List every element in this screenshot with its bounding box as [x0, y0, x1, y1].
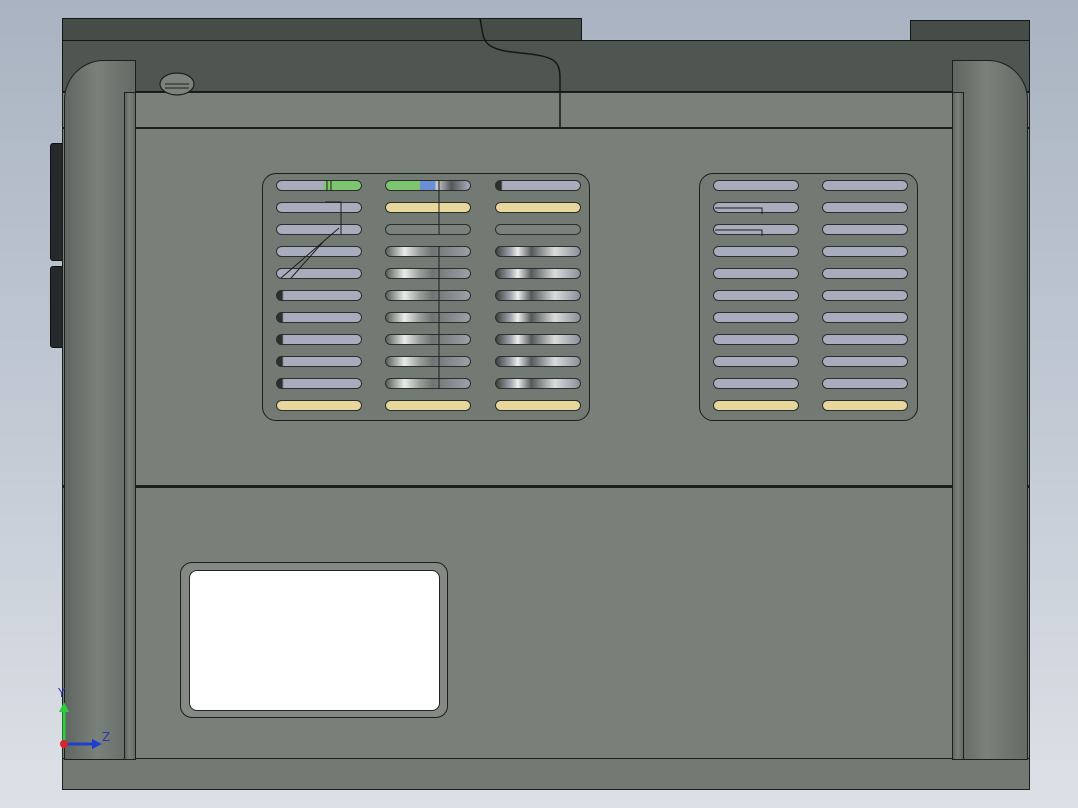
vent-grille-left: [262, 173, 590, 421]
cad-viewport[interactable]: Y Z: [0, 0, 1078, 808]
axis-z-label: Z: [102, 730, 111, 744]
right-rail-inner: [952, 92, 964, 760]
axis-triad[interactable]: Y Z: [52, 686, 114, 752]
cover-split-line: [479, 18, 561, 128]
internal-edge-lines: [715, 207, 763, 236]
vent-grille-right: [699, 173, 918, 421]
nameplate-label: [189, 570, 440, 711]
internal-edge-lines: [280, 180, 440, 389]
axis-y-label: Y: [58, 686, 66, 700]
screw-icon: [159, 72, 195, 96]
base-plate: [62, 758, 1030, 790]
top-lid-right: [910, 20, 1030, 42]
left-rail-inner: [124, 92, 136, 760]
